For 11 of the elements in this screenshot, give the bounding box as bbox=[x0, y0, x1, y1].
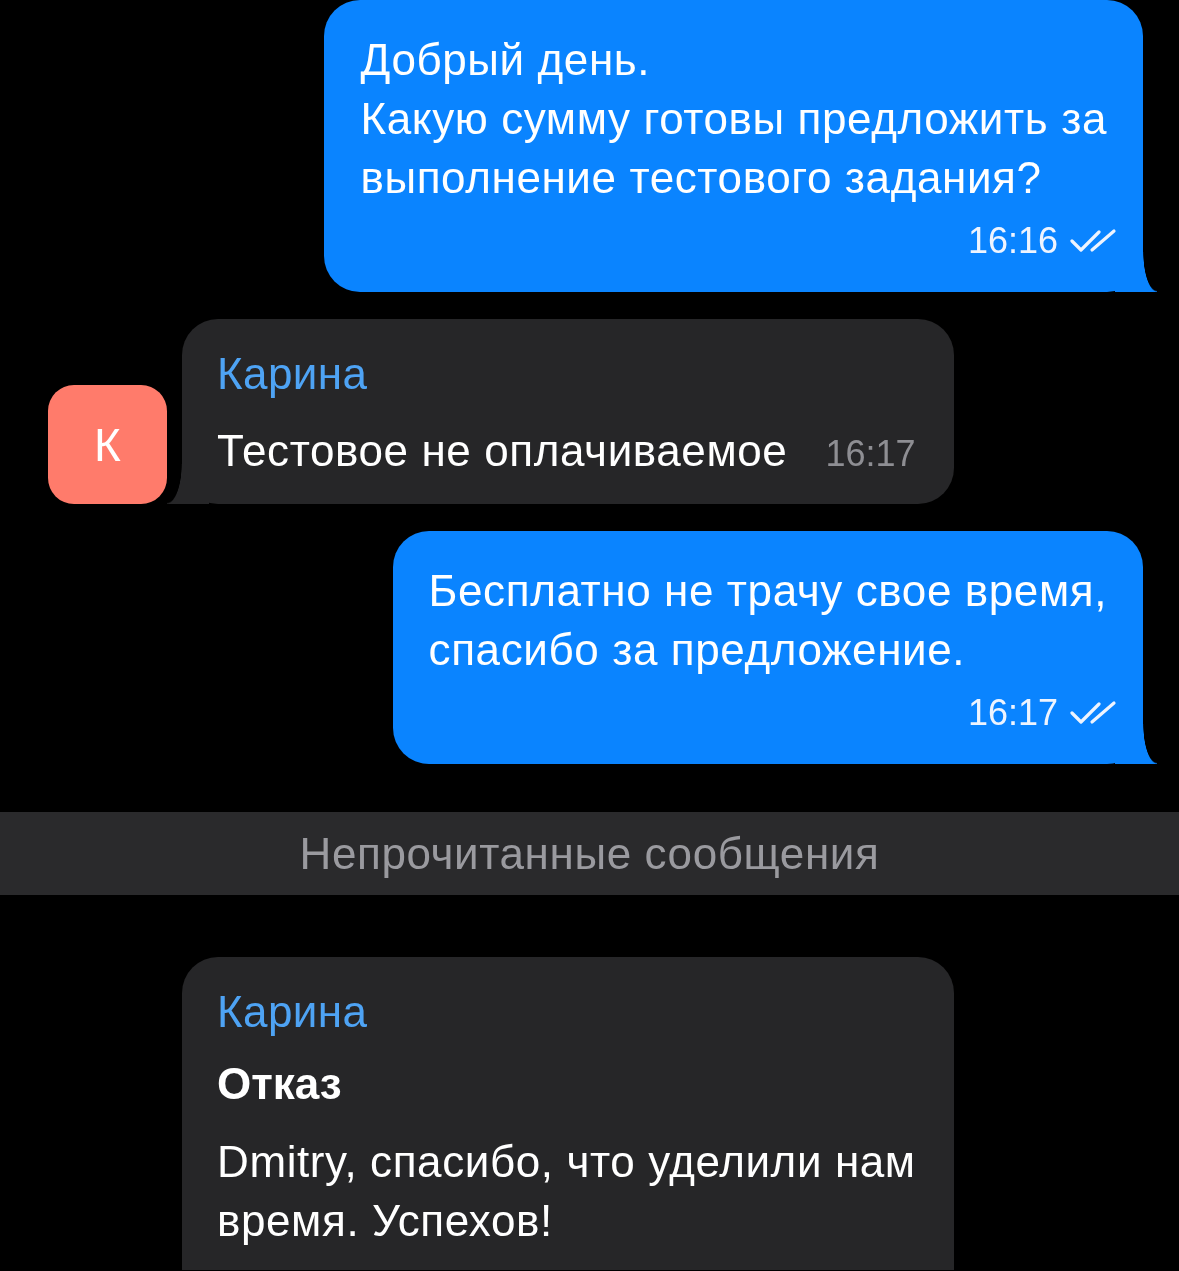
sender-name: Карина bbox=[217, 986, 369, 1038]
message-title: Отказ bbox=[217, 1058, 343, 1110]
message-time: 16:17 bbox=[825, 432, 916, 476]
message-text: Тестовое не оплачиваемое bbox=[217, 425, 788, 477]
avatar: К bbox=[48, 385, 167, 504]
message-time: 16:17 bbox=[967, 691, 1058, 735]
message-text: Добрый день. Какую сумму готовы предложить за выполнение тестового задания? bbox=[360, 34, 1107, 204]
message-text: Dmitry, спасибо, что уделили нам время. Успехов! bbox=[217, 1136, 916, 1247]
message-text: Бесплатно не трачу свое время, спасибо за предложение. bbox=[428, 565, 1107, 676]
sender-name: Карина bbox=[217, 348, 369, 400]
message-time: 16:16 bbox=[967, 219, 1058, 263]
